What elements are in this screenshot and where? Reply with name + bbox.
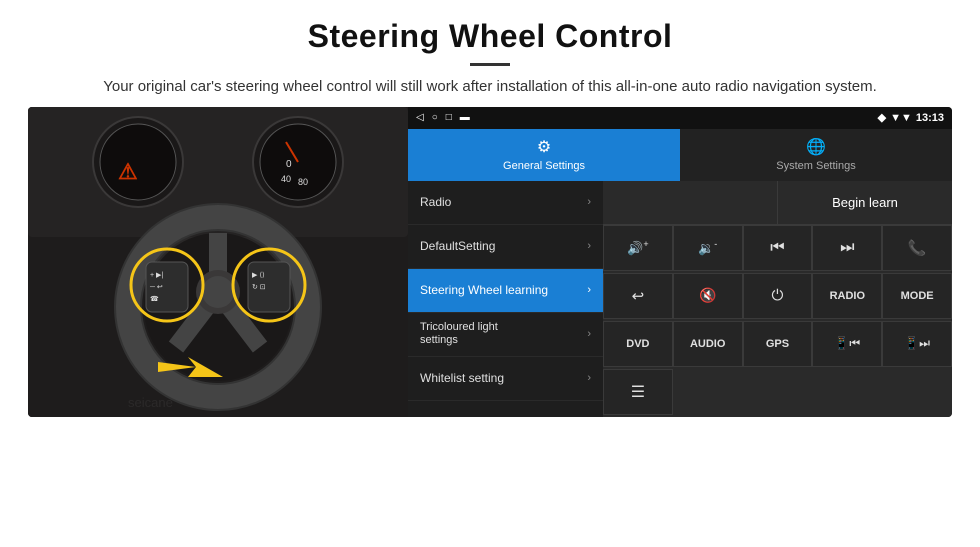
svg-text:↻ ⊡: ↻ ⊡ bbox=[252, 284, 266, 291]
menu-item-tricoloured[interactable]: Tricoloured lightsettings › bbox=[408, 313, 603, 357]
left-menu: Radio › DefaultSetting › Steering Wheel … bbox=[408, 181, 603, 417]
menu-item-default-label: DefaultSetting bbox=[420, 239, 495, 253]
control-grid: 🔊+ 🔉- ⏮ ⏭ 📞 ↩ bbox=[603, 225, 952, 417]
car-bg: ⚠ 0 40 80 bbox=[28, 107, 408, 417]
menu-item-steering[interactable]: Steering Wheel learning › bbox=[408, 269, 603, 313]
signal-icon: ▼▼ bbox=[890, 112, 912, 124]
mode-label: MODE bbox=[901, 290, 934, 302]
next-icon: ⏭ bbox=[840, 239, 854, 257]
tel-next-button[interactable]: 📱⏭ bbox=[882, 321, 952, 367]
vol-up-button[interactable]: 🔊+ bbox=[603, 225, 673, 271]
content-area: Radio › DefaultSetting › Steering Wheel … bbox=[408, 181, 952, 417]
svg-text:+ ▶|: + ▶| bbox=[150, 272, 163, 279]
radio-label-area bbox=[603, 181, 778, 224]
svg-text:☎: ☎ bbox=[150, 295, 159, 303]
svg-text:⚠: ⚠ bbox=[118, 159, 138, 184]
begin-learn-button[interactable]: Begin learn bbox=[820, 189, 910, 216]
vol-down-icon: 🔉- bbox=[698, 239, 717, 256]
menu-item-default[interactable]: DefaultSetting › bbox=[408, 225, 603, 269]
power-icon: ⏻ bbox=[772, 287, 784, 304]
list-icon: ☰ bbox=[631, 382, 645, 402]
gps-label: GPS bbox=[766, 338, 789, 350]
mute-button[interactable]: 🔇 bbox=[673, 273, 743, 319]
svg-text:80: 80 bbox=[298, 177, 308, 187]
svg-text:0: 0 bbox=[286, 159, 292, 170]
right-top-row: Begin learn bbox=[603, 181, 952, 225]
location-icon: ◆ bbox=[878, 111, 886, 124]
page-header: Steering Wheel Control Your original car… bbox=[0, 0, 980, 107]
tab-general-settings[interactable]: ⚙ General Settings bbox=[408, 129, 680, 181]
menu-item-steering-label: Steering Wheel learning bbox=[420, 283, 548, 297]
next-button[interactable]: ⏭ bbox=[812, 225, 882, 271]
gps-button[interactable]: GPS bbox=[743, 321, 813, 367]
begin-learn-area[interactable]: Begin learn bbox=[778, 181, 952, 224]
page-subtitle: Your original car's steering wheel contr… bbox=[80, 76, 900, 99]
svg-text:40: 40 bbox=[281, 174, 291, 184]
menu-item-steering-chevron: › bbox=[587, 284, 591, 296]
system-settings-icon: 🌐 bbox=[806, 137, 826, 157]
dvd-button[interactable]: DVD bbox=[603, 321, 673, 367]
menu-item-default-chevron: › bbox=[587, 240, 591, 252]
nav-back-icon[interactable]: ◁ bbox=[416, 112, 424, 123]
back-button[interactable]: ↩ bbox=[603, 273, 673, 319]
svg-text:─ ↩: ─ ↩ bbox=[149, 284, 163, 291]
tab-general-label: General Settings bbox=[503, 160, 585, 172]
audio-label: AUDIO bbox=[690, 338, 725, 350]
menu-item-radio-chevron: › bbox=[587, 196, 591, 208]
menu-item-whitelist-label: Whitelist setting bbox=[420, 371, 504, 385]
tel-prev-icon: 📱⏮ bbox=[834, 336, 860, 351]
radio-btn-label: RADIO bbox=[830, 290, 865, 302]
mode-button[interactable]: MODE bbox=[882, 273, 952, 319]
vol-down-button[interactable]: 🔉- bbox=[673, 225, 743, 271]
prev-button[interactable]: ⏮ bbox=[743, 225, 813, 271]
menu-item-radio[interactable]: Radio › bbox=[408, 181, 603, 225]
nav-recent-icon[interactable]: □ bbox=[446, 112, 452, 123]
menu-item-radio-label: Radio bbox=[420, 195, 451, 209]
tab-system-settings[interactable]: 🌐 System Settings bbox=[680, 129, 952, 181]
car-image: ⚠ 0 40 80 bbox=[28, 107, 408, 417]
page-title: Steering Wheel Control bbox=[40, 18, 940, 55]
nav-home-icon[interactable]: ○ bbox=[432, 112, 438, 123]
tel-prev-button[interactable]: 📱⏮ bbox=[812, 321, 882, 367]
general-settings-icon: ⚙ bbox=[537, 137, 551, 157]
status-bar: ◁ ○ □ ▬ ◆ ▼▼ 13:13 bbox=[408, 107, 952, 129]
menu-item-whitelist-chevron: › bbox=[587, 372, 591, 384]
radio-btn[interactable]: RADIO bbox=[812, 273, 882, 319]
list-button[interactable]: ☰ bbox=[603, 369, 673, 415]
phone-icon: 📞 bbox=[908, 239, 927, 257]
prev-icon: ⏮ bbox=[770, 239, 784, 257]
nav-menu-icon[interactable]: ▬ bbox=[460, 112, 470, 123]
svg-text:seicane: seicane bbox=[128, 395, 173, 410]
vol-up-icon: 🔊+ bbox=[627, 239, 648, 256]
dvd-label: DVD bbox=[626, 338, 649, 350]
main-content: ⚠ 0 40 80 bbox=[0, 107, 980, 427]
menu-item-whitelist[interactable]: Whitelist setting › bbox=[408, 357, 603, 401]
menu-item-tricoloured-label: Tricoloured lightsettings bbox=[420, 321, 498, 347]
power-button[interactable]: ⏻ bbox=[743, 273, 813, 319]
right-panel: Begin learn 🔊+ 🔉- ⏮ ⏭ bbox=[603, 181, 952, 417]
phone-button[interactable]: 📞 bbox=[882, 225, 952, 271]
status-bar-left: ◁ ○ □ ▬ bbox=[416, 112, 470, 123]
back-icon: ↩ bbox=[632, 287, 645, 305]
android-panel: ◁ ○ □ ▬ ◆ ▼▼ 13:13 ⚙ General Settings 🌐 … bbox=[408, 107, 952, 417]
menu-item-tricoloured-chevron: › bbox=[587, 328, 591, 340]
clock: 13:13 bbox=[916, 112, 944, 124]
tab-system-label: System Settings bbox=[776, 160, 855, 172]
tab-bar: ⚙ General Settings 🌐 System Settings bbox=[408, 129, 952, 181]
status-bar-right: ◆ ▼▼ 13:13 bbox=[878, 111, 944, 124]
tel-next-icon: 📱⏭ bbox=[904, 336, 930, 351]
mute-icon: 🔇 bbox=[699, 287, 716, 304]
svg-text:▶ ⟨⟩: ▶ ⟨⟩ bbox=[252, 271, 265, 279]
title-divider bbox=[470, 63, 510, 66]
audio-button[interactable]: AUDIO bbox=[673, 321, 743, 367]
